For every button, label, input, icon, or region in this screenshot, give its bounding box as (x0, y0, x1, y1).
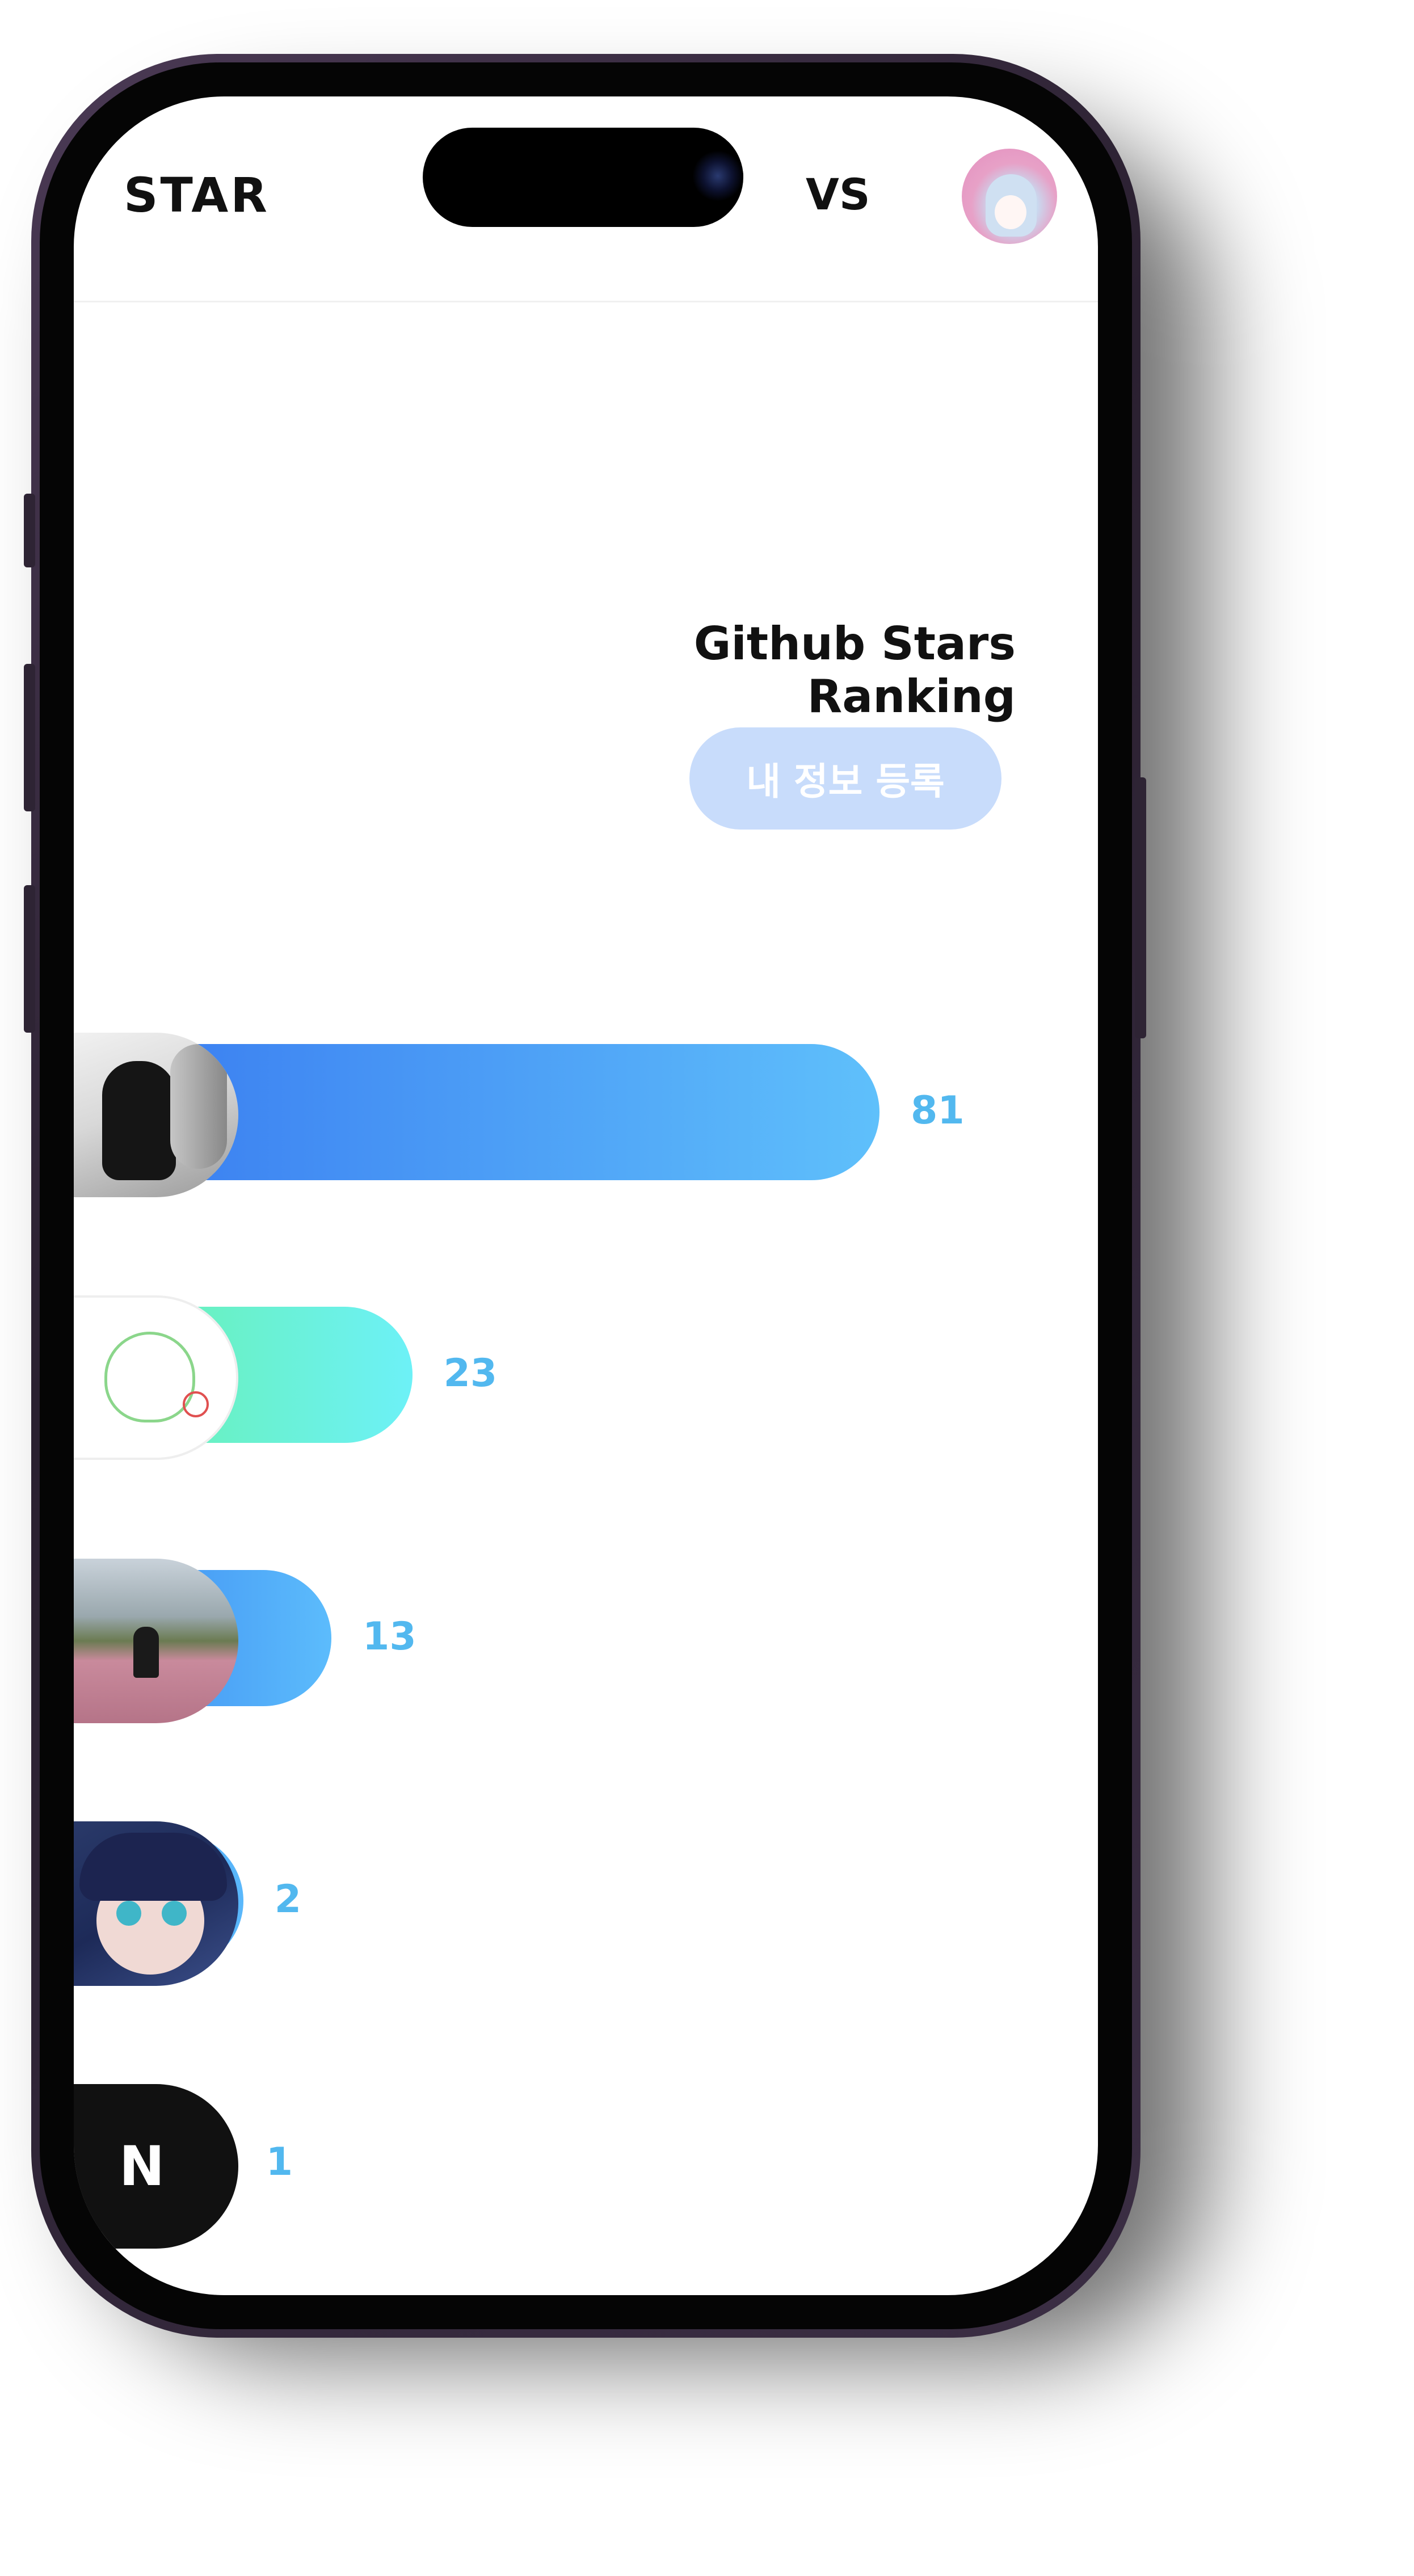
page-title: Github Stars Ranking (693, 617, 1016, 723)
avatar-detail (170, 1044, 227, 1169)
vs-link[interactable]: VS (806, 169, 870, 220)
avatar-detail (162, 1901, 187, 1926)
avatar-detail (116, 1901, 141, 1926)
ranking-row[interactable]: 13 (74, 1559, 1098, 1723)
ranking-row[interactable]: N 1 (74, 2084, 1098, 2249)
star-count: 81 (911, 1088, 965, 1133)
avatar-face (995, 195, 1026, 229)
star-count: 1 (266, 2140, 293, 2184)
logo-avatar-icon[interactable]: N (74, 2084, 238, 2249)
user-avatar-icon[interactable] (962, 149, 1057, 244)
avatar-detail (79, 1833, 227, 1901)
n-logo-icon: N (119, 2135, 165, 2198)
side-button (24, 494, 35, 567)
star-count: 2 (274, 1877, 302, 1922)
apple-icon (183, 1391, 209, 1417)
logo[interactable]: STAR (124, 167, 270, 223)
avatar-detail (102, 1061, 176, 1180)
cat-sketch-avatar-icon[interactable] (74, 1295, 238, 1460)
ranking-row[interactable]: 81 (74, 1033, 1098, 1197)
app-screen: STAR VS Github Stars Ranking 내 정보 등록 81 … (74, 96, 1098, 2295)
ranking-row[interactable]: 23 (74, 1295, 1098, 1460)
ranking-row[interactable]: 2 (74, 1821, 1098, 1986)
side-button (24, 885, 35, 1033)
star-count: 13 (363, 1614, 416, 1659)
side-button (1135, 777, 1146, 1038)
register-info-button[interactable]: 내 정보 등록 (689, 727, 1001, 830)
field-photo-avatar-icon[interactable] (74, 1559, 238, 1723)
side-button (24, 664, 35, 811)
star-count: 23 (443, 1351, 498, 1396)
app-header: STAR VS (74, 96, 1098, 302)
cat-icon (104, 1332, 195, 1422)
avatar-detail (133, 1627, 159, 1678)
monochrome-photo-avatar-icon[interactable] (74, 1033, 238, 1197)
camera-icon (692, 150, 743, 201)
anime-girl-avatar-icon[interactable] (74, 1821, 238, 1986)
